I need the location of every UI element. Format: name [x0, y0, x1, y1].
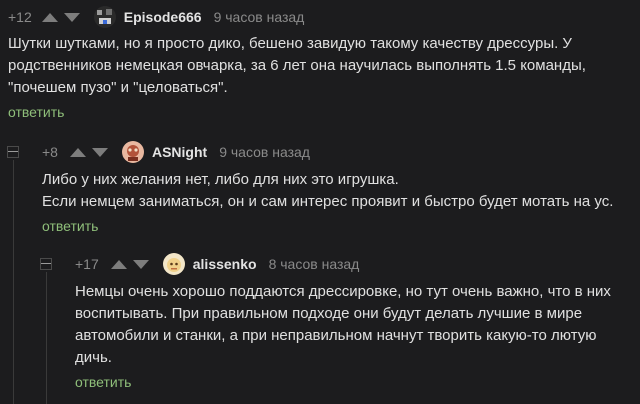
comment-2: +8 ASNight 9 часов назад Либо у них жела… [0, 137, 640, 236]
comment-rating: +17 [75, 256, 99, 272]
comment-author[interactable]: alissenko [193, 256, 257, 272]
comment-time[interactable]: 8 часов назад [269, 256, 360, 272]
comment-text: Либо у них желания нет, либо для них это… [42, 169, 632, 213]
downvote-icon[interactable] [132, 259, 149, 269]
upvote-icon[interactable] [110, 259, 127, 269]
comment-meta: +12 Episode666 9 часов назад [0, 2, 640, 32]
reply-link[interactable]: ответить [42, 218, 98, 234]
comment-text-line: Если немцем заниматься, он и сам интерес… [42, 193, 614, 210]
avatar[interactable] [93, 6, 116, 28]
comment-time[interactable]: 9 часов назад [214, 9, 305, 25]
comment-rating: +8 [42, 144, 58, 160]
downvote-icon[interactable] [63, 12, 80, 22]
comment-text: Шутки шутками, но я просто дико, бешено … [8, 35, 586, 96]
comment-meta: +8 ASNight 9 часов назад [0, 137, 640, 167]
comment-text-line: Либо у них желания нет, либо для них это… [42, 171, 399, 188]
avatar[interactable] [121, 141, 144, 163]
comment-author[interactable]: ASNight [152, 144, 207, 160]
avatar[interactable] [162, 253, 185, 275]
reply-link[interactable]: ответить [8, 104, 64, 120]
comment-author[interactable]: Episode666 [124, 9, 202, 25]
upvote-icon[interactable] [41, 12, 58, 22]
comment-rating: +12 [8, 9, 32, 25]
comment-1: +12 Episode666 9 часов назад Шутки шутка… [0, 2, 640, 122]
comment-time[interactable]: 9 часов назад [219, 144, 310, 160]
upvote-icon[interactable] [69, 147, 86, 157]
comment-meta: +17 alissenko 8 часов назад [0, 249, 640, 279]
reply-link[interactable]: ответить [75, 374, 131, 390]
comment-text: Немцы очень хорошо поддаются дрессировке… [75, 283, 611, 366]
downvote-icon[interactable] [91, 147, 108, 157]
comment-3: +17 alissenko 8 часов назад Немцы очень … [0, 249, 640, 392]
